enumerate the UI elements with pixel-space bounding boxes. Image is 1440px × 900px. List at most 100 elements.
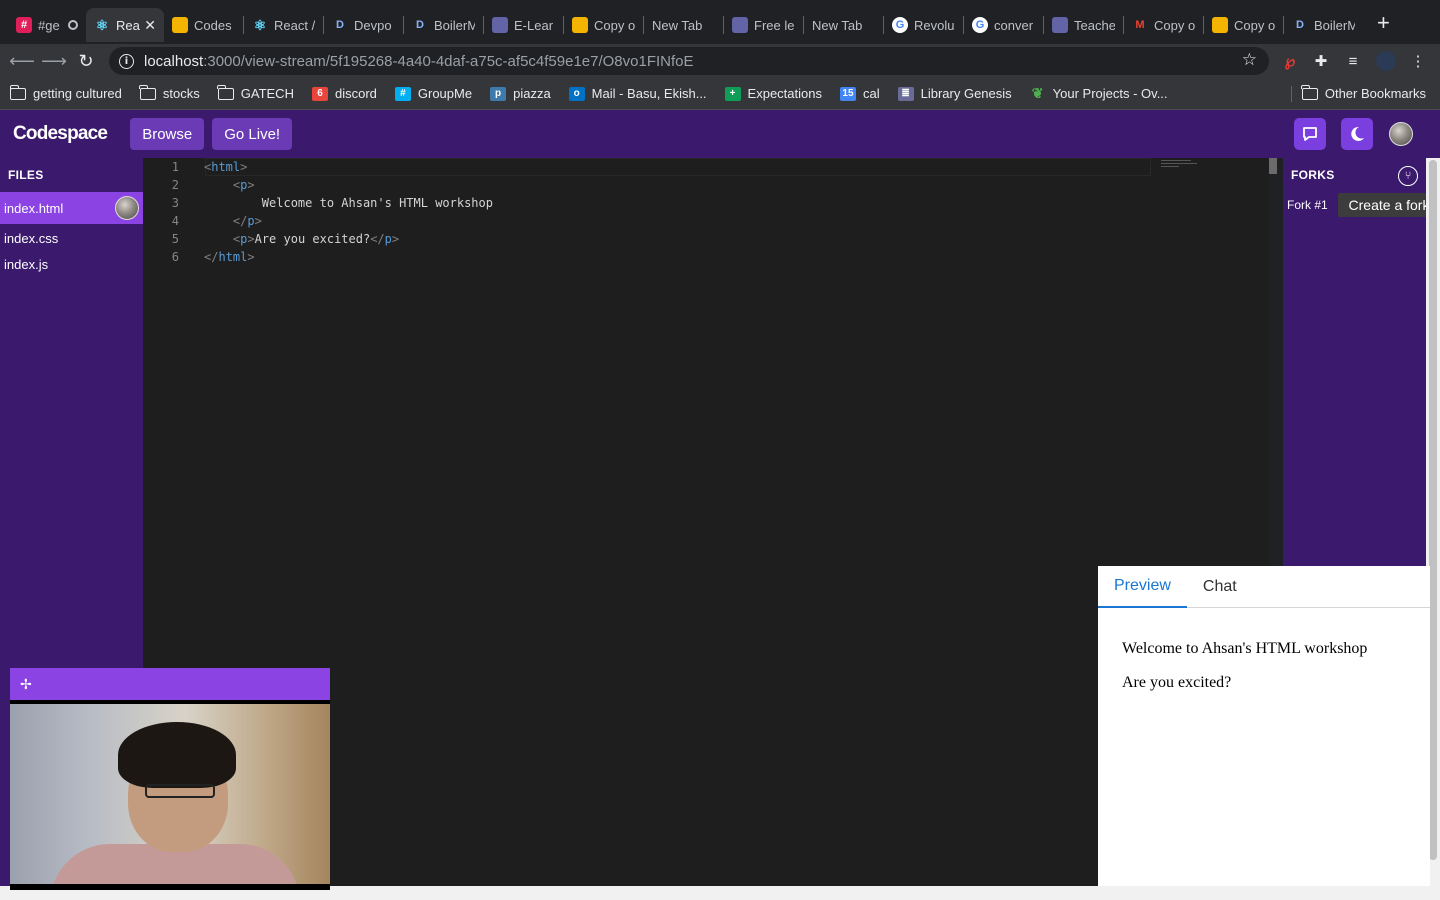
d-icon: D xyxy=(336,19,344,31)
preview-content: Welcome to Ahsan's HTML workshop Are you… xyxy=(1098,640,1430,692)
tab-chat[interactable]: Chat xyxy=(1187,566,1253,608)
folder-icon xyxy=(139,84,156,100)
drag-handle[interactable]: ✢ xyxy=(10,668,330,700)
create-fork-tooltip: Create a fork xyxy=(1338,193,1440,217)
code-line[interactable]: 4 </p> xyxy=(143,212,1270,230)
tab-active[interactable]: ⚛ Rea ✕ xyxy=(86,8,164,42)
back-button[interactable]: ⟵ xyxy=(6,45,38,77)
url-text[interactable]: localhost:3000/view-stream/5f195268-4a40… xyxy=(144,53,694,70)
code-line[interactable]: 5 <p>Are you excited?</p> xyxy=(143,230,1270,248)
tab-codes[interactable]: Codes xyxy=(164,8,243,42)
google-icon: G xyxy=(892,17,908,33)
folder-icon xyxy=(217,84,234,100)
slack-icon: # xyxy=(16,17,32,33)
user-avatar[interactable] xyxy=(1389,122,1413,146)
forward-button[interactable]: ⟶ xyxy=(38,45,70,77)
moon-icon xyxy=(1351,126,1364,141)
chat-button[interactable] xyxy=(1294,118,1326,150)
extensions-puzzle-icon[interactable]: ✚ xyxy=(1308,48,1334,74)
tab-freele[interactable]: Free le xyxy=(724,8,803,42)
collaborator-avatar xyxy=(115,196,139,220)
code-line[interactable]: 6 </html> xyxy=(143,248,1270,266)
move-icon: ✢ xyxy=(20,675,32,692)
new-tab-button[interactable]: + xyxy=(1377,10,1390,36)
info-icon[interactable]: i xyxy=(119,53,134,69)
file-index-html[interactable]: index.html xyxy=(0,192,143,224)
reload-button[interactable]: ↻ xyxy=(70,45,102,77)
bookmark-library-genesis[interactable]: ≣ Library Genesis xyxy=(897,86,1012,101)
bookmarks-bar: getting cultured stocks GATECH 6 discord … xyxy=(0,78,1440,110)
bookmark-star-icon[interactable]: ☆ xyxy=(1242,50,1257,70)
folder-icon xyxy=(1301,84,1318,100)
bookmark-your-projects[interactable]: ❦ Your Projects - Ov... xyxy=(1030,85,1168,101)
library-icon: ≣ xyxy=(897,86,914,101)
recording-icon xyxy=(68,20,78,30)
bookmark-piazza[interactable]: p piazza xyxy=(490,86,551,101)
teams-icon xyxy=(732,17,748,33)
media-queue-icon[interactable]: ≡ xyxy=(1340,48,1366,74)
code-line[interactable]: 3 Welcome to Ahsan's HTML workshop xyxy=(143,194,1270,212)
dark-mode-button[interactable] xyxy=(1341,118,1373,150)
slides-icon xyxy=(572,17,588,33)
tab-boiler[interactable]: D BoilerM xyxy=(404,8,483,42)
overleaf-icon: ❦ xyxy=(1031,85,1044,101)
tab-gmail[interactable]: M Copy o xyxy=(1124,8,1203,42)
preview-paragraph: Welcome to Ahsan's HTML workshop xyxy=(1122,640,1368,657)
browse-button[interactable]: Browse xyxy=(130,118,205,150)
bookmark-expectations[interactable]: + Expectations xyxy=(724,86,822,101)
scrollbar-thumb[interactable] xyxy=(1429,160,1437,860)
react-icon: ⚛ xyxy=(95,16,109,33)
preview-tabs: Preview Chat xyxy=(1098,566,1430,608)
d-icon: D xyxy=(416,19,424,31)
bookmark-getting-cultured[interactable]: getting cultured xyxy=(9,84,122,101)
editor-scrollbar[interactable] xyxy=(1269,158,1277,174)
d-icon: D xyxy=(1296,19,1304,31)
teams-icon xyxy=(492,17,508,33)
bookmark-mail[interactable]: o Mail - Basu, Ekish... xyxy=(568,86,707,101)
tab-preview[interactable]: Preview xyxy=(1098,566,1187,608)
webcam-widget[interactable]: ✢ xyxy=(10,668,330,890)
tab-slack[interactable]: # #ge xyxy=(8,8,86,42)
code-line[interactable]: 2 <p> xyxy=(143,176,1270,194)
react-icon: ⚛ xyxy=(253,16,267,33)
other-bookmarks[interactable]: Other Bookmarks xyxy=(1301,84,1426,101)
browser-tabstrip: # #ge ⚛ Rea ✕ Codes ⚛ React / D Devpo D Boi… xyxy=(0,0,1440,44)
slides-icon xyxy=(1212,17,1228,33)
app-logo[interactable]: Codespace xyxy=(13,123,108,145)
files-title: FILES xyxy=(8,168,44,182)
file-index-css[interactable]: index.css xyxy=(0,225,143,251)
chat-icon xyxy=(1303,127,1317,141)
tab-copy[interactable]: Copy o xyxy=(564,8,643,42)
tab-newtab-2[interactable]: New Tab xyxy=(804,8,883,42)
piazza-icon: p xyxy=(490,86,507,101)
close-tab-icon[interactable]: ✕ xyxy=(144,17,156,34)
tab-newtab[interactable]: New Tab xyxy=(644,8,723,42)
menu-dots-icon[interactable]: ⋮ xyxy=(1405,48,1431,74)
address-bar[interactable]: i localhost:3000/view-stream/5f195268-4a… xyxy=(109,47,1269,75)
bookmark-gatech[interactable]: GATECH xyxy=(217,84,294,101)
tab-devpost[interactable]: D Devpo xyxy=(324,8,403,42)
bookmark-cal[interactable]: 15 cal xyxy=(839,86,880,101)
file-index-js[interactable]: index.js xyxy=(0,251,143,277)
tab-boiler-2[interactable]: D BoilerM xyxy=(1284,8,1363,42)
profile-avatar-icon[interactable] xyxy=(1373,48,1399,74)
go-live-button[interactable]: Go Live! xyxy=(212,118,293,150)
tab-conver[interactable]: Gconver xyxy=(964,8,1043,42)
editor-minimap[interactable] xyxy=(1161,160,1201,170)
bookmark-discord[interactable]: 6 discord xyxy=(311,86,377,101)
tab-revolu[interactable]: G Revolu xyxy=(884,8,963,42)
extension-red-icon[interactable]: ℘ xyxy=(1277,48,1303,74)
sheets-icon: + xyxy=(724,86,741,101)
bookmark-groupme[interactable]: # GroupMe xyxy=(394,86,472,101)
create-fork-button[interactable]: ⑂ xyxy=(1398,166,1418,186)
bookmark-stocks[interactable]: stocks xyxy=(139,84,200,101)
gmail-icon: M xyxy=(1135,19,1145,31)
tab-copy-2[interactable]: Copy o xyxy=(1204,8,1283,42)
groupme-icon: # xyxy=(394,86,411,101)
tab-elearn[interactable]: E-Lear xyxy=(484,8,563,42)
tab-react[interactable]: ⚛ React / xyxy=(244,8,323,42)
fork-icon: ⑂ xyxy=(1404,170,1412,182)
discord-icon: 6 xyxy=(311,86,328,101)
tab-teache[interactable]: Teache xyxy=(1044,8,1123,42)
code-line[interactable]: 1 <html> xyxy=(143,158,1270,176)
